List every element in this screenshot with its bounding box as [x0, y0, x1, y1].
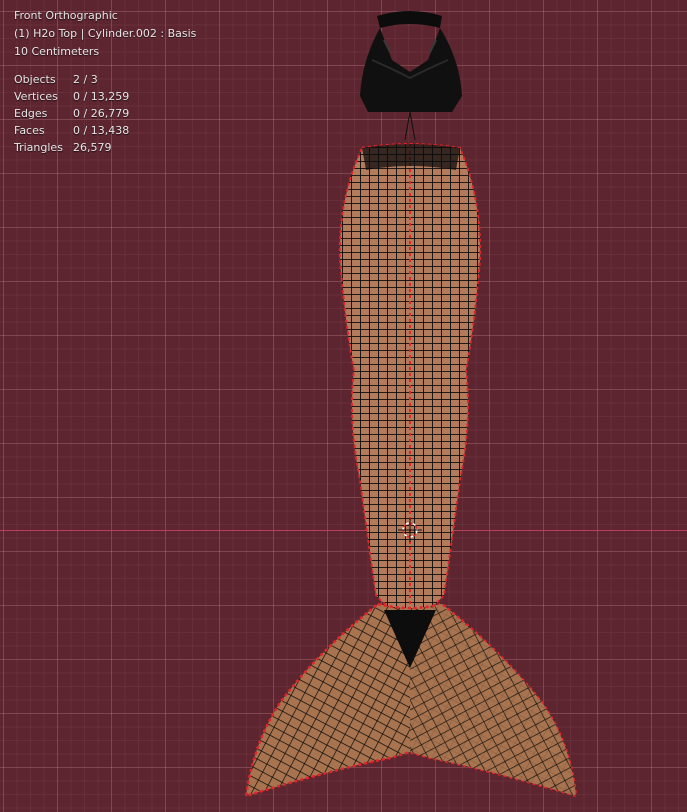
- stat-label: Vertices: [14, 90, 58, 103]
- stat-row-faces: Faces 0 / 13,438: [14, 122, 196, 139]
- stat-label: Objects: [14, 73, 56, 86]
- stat-value: 2 / 3: [73, 73, 98, 86]
- halter-top-mesh[interactable]: [360, 11, 462, 141]
- stat-value: 0 / 13,259: [73, 90, 130, 103]
- stat-value: 0 / 13,438: [73, 124, 130, 137]
- stat-value: 0 / 26,779: [73, 107, 130, 120]
- view-name: Front Orthographic: [14, 9, 118, 22]
- mermaid-tail-mesh[interactable]: [338, 143, 482, 617]
- active-object-info: (1) H2o Top | Cylinder.002 : Basis: [14, 27, 197, 40]
- stat-label: Edges: [14, 107, 48, 120]
- grid-scale: 10 Centimeters: [14, 45, 100, 58]
- viewport-info-overlay: Front Orthographic (1) H2o Top | Cylinde…: [14, 7, 196, 156]
- stat-label: Triangles: [14, 141, 63, 154]
- stat-value: 26,579: [73, 141, 112, 154]
- stat-row-triangles: Triangles 26,579: [14, 139, 196, 156]
- stat-label: Faces: [14, 124, 45, 137]
- stat-row-edges: Edges 0 / 26,779: [14, 105, 196, 122]
- stat-row-objects: Objects 2 / 3: [14, 71, 196, 88]
- scene-statistics: Objects 2 / 3 Vertices 0 / 13,259 Edges …: [14, 71, 196, 156]
- stat-row-vertices: Vertices 0 / 13,259: [14, 88, 196, 105]
- 3d-viewport[interactable]: Front Orthographic (1) H2o Top | Cylinde…: [0, 0, 687, 812]
- tail-fin-mesh[interactable]: [244, 602, 578, 798]
